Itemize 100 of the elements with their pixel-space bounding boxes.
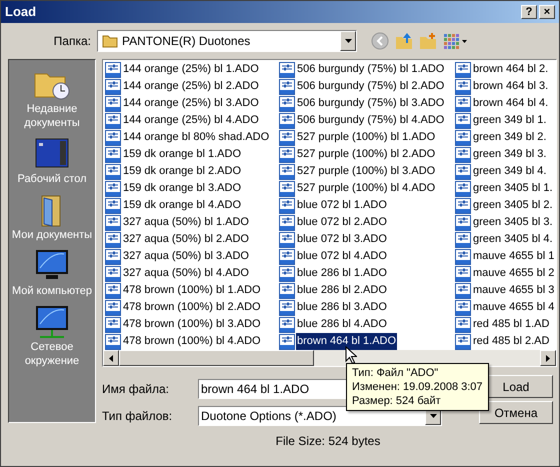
file-item[interactable]: mauve 4655 bl 3 — [472, 282, 556, 299]
file-item[interactable]: red 485 bl 2.AD — [472, 333, 550, 350]
file-icon — [105, 78, 121, 94]
file-item[interactable]: 327 aqua (50%) bl 1.ADO — [122, 214, 250, 231]
file-item[interactable]: 506 burgundy (75%) bl 2.ADO — [296, 78, 446, 95]
tooltip-line: Тип: Файл "ADO" — [352, 366, 440, 380]
file-item[interactable]: 527 purple (100%) bl 3.ADO — [296, 163, 436, 180]
file-item[interactable]: brown 464 bl 3. — [472, 78, 550, 95]
file-icon — [455, 130, 471, 146]
file-icon — [279, 334, 295, 350]
file-item[interactable]: blue 072 bl 2.ADO — [296, 214, 388, 231]
file-item[interactable]: blue 286 bl 3.ADO — [296, 299, 388, 316]
file-item[interactable]: 478 brown (100%) bl 3.ADO — [122, 316, 262, 333]
file-icon — [455, 334, 471, 350]
file-item[interactable]: green 3405 bl 3. — [472, 214, 554, 231]
file-icon — [279, 300, 295, 316]
scroll-left-button[interactable] — [103, 350, 119, 366]
file-icon — [279, 78, 295, 94]
file-item[interactable]: brown 464 bl 2. — [472, 61, 550, 78]
file-type-select[interactable]: Duotone Options (*.ADO) — [198, 406, 442, 426]
file-icon — [105, 146, 121, 162]
file-icon — [279, 198, 295, 214]
file-item[interactable]: brown 464 bl 4. — [472, 95, 550, 112]
file-item[interactable]: red 485 bl 1.AD — [472, 316, 550, 333]
file-item[interactable]: blue 286 bl 1.ADO — [296, 265, 388, 282]
file-item[interactable]: 159 dk orange bl 4.ADO — [122, 197, 242, 214]
file-item[interactable]: blue 072 bl 4.ADO — [296, 248, 388, 265]
file-item[interactable]: 159 dk orange bl 1.ADO — [122, 146, 242, 163]
file-icon — [105, 248, 121, 264]
close-button[interactable]: × — [539, 5, 555, 19]
file-item[interactable]: green 3405 bl 4. — [472, 231, 554, 248]
file-item[interactable]: green 349 bl 4. — [472, 163, 548, 180]
file-item[interactable]: 478 brown (100%) bl 2.ADO — [122, 299, 262, 316]
file-item[interactable]: green 349 bl 1. — [472, 112, 548, 129]
folder-select[interactable]: PANTONE(R) Duotones — [97, 30, 357, 52]
file-item[interactable]: blue 286 bl 2.ADO — [296, 282, 388, 299]
file-icon — [455, 282, 471, 298]
file-item[interactable]: blue 072 bl 3.ADO — [296, 231, 388, 248]
file-item[interactable]: 159 dk orange bl 3.ADO — [122, 180, 242, 197]
file-icon — [279, 62, 295, 78]
file-icon — [279, 214, 295, 230]
file-item[interactable]: 144 orange bl 80% shad.ADO — [122, 129, 270, 146]
place-item[interactable]: Мои документы — [10, 228, 94, 242]
file-item[interactable]: green 349 bl 2. — [472, 129, 548, 146]
file-item[interactable]: green 349 bl 3. — [472, 146, 548, 163]
view-menu-icon[interactable] — [443, 33, 467, 49]
file-item[interactable]: 506 burgundy (75%) bl 1.ADO — [296, 61, 446, 78]
file-icon — [279, 146, 295, 162]
file-item[interactable]: blue 286 bl 4.ADO — [296, 316, 388, 333]
file-icon — [279, 232, 295, 248]
dropdown-button[interactable] — [340, 31, 356, 51]
cancel-button[interactable]: Отмена — [479, 401, 553, 424]
place-item[interactable]: Недавние документы — [10, 102, 94, 130]
left-arrow-icon — [109, 354, 113, 362]
file-icon — [105, 232, 121, 248]
file-item[interactable]: mauve 4655 bl 2 — [472, 265, 556, 282]
file-item[interactable]: 527 purple (100%) bl 1.ADO — [296, 129, 436, 146]
file-icon — [455, 164, 471, 180]
file-item[interactable]: 527 purple (100%) bl 4.ADO — [296, 180, 436, 197]
file-item[interactable]: 144 orange (25%) bl 1.ADO — [122, 61, 260, 78]
file-item[interactable]: brown 464 bl 1.ADO — [296, 333, 398, 350]
file-icon — [105, 266, 121, 282]
file-item[interactable]: 144 orange (25%) bl 4.ADO — [122, 112, 260, 129]
file-item[interactable]: 159 dk orange bl 2.ADO — [122, 163, 242, 180]
file-icon — [455, 248, 471, 264]
file-type-value: Duotone Options (*.ADO) — [200, 408, 338, 425]
file-item[interactable]: 327 aqua (50%) bl 2.ADO — [122, 231, 250, 248]
file-item[interactable]: 478 brown (100%) bl 1.ADO — [122, 282, 262, 299]
scroll-right-button[interactable] — [540, 350, 556, 366]
file-item[interactable]: 327 aqua (50%) bl 4.ADO — [122, 265, 250, 282]
file-item[interactable]: green 3405 bl 1. — [472, 180, 554, 197]
file-icon — [455, 214, 471, 230]
file-icon — [105, 130, 121, 146]
help-button[interactable]: ? — [521, 5, 537, 19]
file-item[interactable]: 506 burgundy (75%) bl 4.ADO — [296, 112, 446, 129]
horizontal-scrollbar[interactable] — [103, 350, 556, 366]
place-item[interactable]: Сетевое окружение — [10, 340, 94, 368]
file-item[interactable]: mauve 4655 bl 4 — [472, 299, 556, 316]
file-item[interactable]: green 3405 bl 2. — [472, 197, 554, 214]
file-icon — [105, 198, 121, 214]
folder-label: Папка: — [52, 33, 92, 50]
file-icon — [455, 266, 471, 282]
place-item[interactable]: Мой компьютер — [10, 284, 94, 298]
place-item[interactable]: Рабочий стол — [10, 172, 94, 186]
file-icon — [279, 282, 295, 298]
scroll-thumb[interactable] — [119, 350, 314, 366]
file-item[interactable]: 327 aqua (50%) bl 3.ADO — [122, 248, 250, 265]
file-item[interactable]: 144 orange (25%) bl 3.ADO — [122, 95, 260, 112]
file-icon — [455, 180, 471, 196]
file-item[interactable]: mauve 4655 bl 1 — [472, 248, 556, 265]
file-item[interactable]: 144 orange (25%) bl 2.ADO — [122, 78, 260, 95]
file-icon — [279, 316, 295, 332]
file-item[interactable]: 478 brown (100%) bl 4.ADO — [122, 333, 262, 350]
file-item[interactable]: 506 burgundy (75%) bl 3.ADO — [296, 95, 446, 112]
folder-icon — [102, 34, 118, 48]
file-icon — [455, 300, 471, 316]
file-item[interactable]: blue 072 bl 1.ADO — [296, 197, 388, 214]
file-icon — [455, 232, 471, 248]
folder-up-icon[interactable] — [395, 32, 413, 50]
file-item[interactable]: 527 purple (100%) bl 2.ADO — [296, 146, 436, 163]
